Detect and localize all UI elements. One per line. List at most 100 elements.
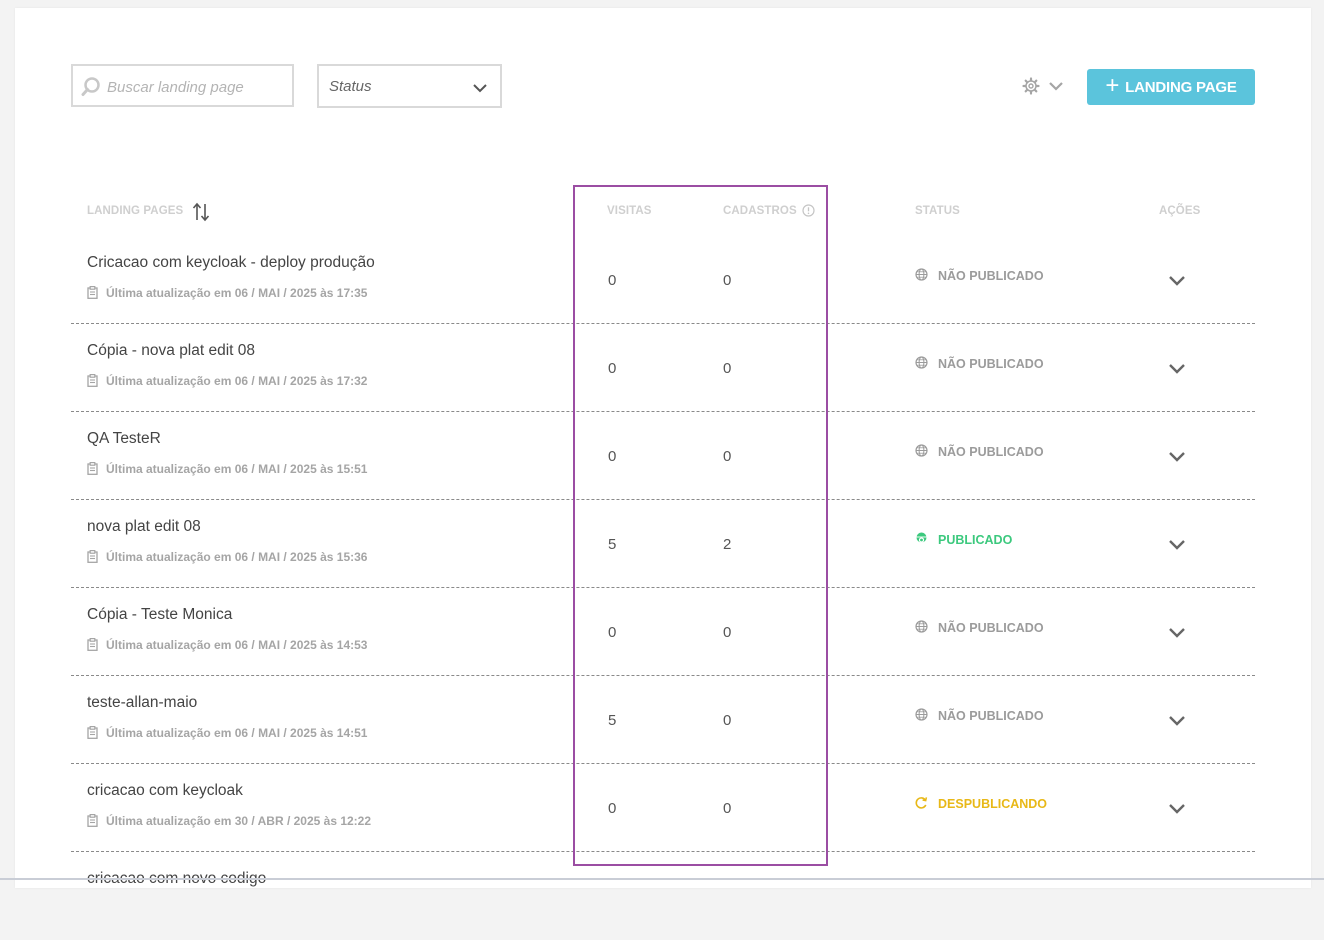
clipboard-icon — [87, 814, 98, 830]
new-landing-page-button[interactable]: + LANDING PAGE — [1087, 69, 1255, 105]
globe-icon — [915, 444, 928, 460]
table-row: Cricacao com keycloak - deploy produção … — [71, 236, 1255, 324]
status-filter-select[interactable]: Status — [317, 64, 502, 108]
registrations-count: 0 — [723, 624, 732, 641]
last-updated: Última atualização em 06 / MAI / 2025 às… — [87, 726, 367, 742]
settings-dropdown[interactable] — [1022, 77, 1064, 97]
status-badge: PUBLICADO — [915, 532, 1012, 548]
table-row: teste-allan-maio Última atualização em 0… — [71, 676, 1255, 764]
status-badge: NÃO PUBLICADO — [915, 356, 1044, 372]
landing-page-name[interactable]: nova plat edit 08 — [87, 518, 201, 536]
registrations-count: 0 — [723, 712, 732, 729]
status-badge: NÃO PUBLICADO — [915, 708, 1044, 724]
landing-page-name[interactable]: Cópia - nova plat edit 08 — [87, 342, 255, 360]
chevron-down-icon — [1168, 625, 1186, 642]
row-actions-toggle[interactable] — [1168, 273, 1186, 291]
status-badge: NÃO PUBLICADO — [915, 444, 1044, 460]
row-actions-toggle[interactable] — [1168, 449, 1186, 467]
clipboard-icon — [87, 374, 98, 390]
globe-icon — [915, 708, 928, 724]
status-badge: DESPUBLICANDO — [915, 796, 1047, 812]
chevron-down-icon — [472, 80, 488, 98]
last-updated: Última atualização em 06 / MAI / 2025 às… — [87, 286, 367, 302]
row-actions-toggle[interactable] — [1168, 625, 1186, 643]
search-input[interactable] — [105, 75, 289, 99]
clipboard-icon — [87, 550, 98, 566]
status-text: NÃO PUBLICADO — [938, 621, 1044, 635]
status-text: NÃO PUBLICADO — [938, 709, 1044, 723]
visits-count: 0 — [608, 624, 617, 641]
landing-page-name[interactable]: cricacao com keycloak — [87, 782, 243, 800]
globe-icon — [915, 620, 928, 636]
last-updated-text: Última atualização em 06 / MAI / 2025 às… — [106, 286, 368, 300]
globe-icon — [915, 268, 928, 284]
landing-page-name[interactable]: Cricacao com keycloak - deploy produção — [87, 254, 375, 272]
info-icon[interactable] — [802, 204, 815, 222]
last-updated-text: Última atualização em 06 / MAI / 2025 às… — [106, 550, 368, 564]
header-actions: AÇÕES — [1159, 205, 1201, 217]
globe-icon — [915, 356, 928, 372]
clipboard-icon — [87, 462, 98, 478]
table-row: Cópia - nova plat edit 08 Última atualiz… — [71, 324, 1255, 412]
last-updated: Última atualização em 06 / MAI / 2025 às… — [87, 462, 367, 478]
last-updated-text: Última atualização em 06 / MAI / 2025 às… — [106, 726, 368, 740]
landing-page-name[interactable]: teste-allan-maio — [87, 694, 197, 712]
visits-count: 0 — [608, 800, 617, 817]
sort-arrows-icon[interactable] — [192, 202, 210, 227]
search-box[interactable] — [71, 64, 294, 107]
refresh-icon — [915, 796, 928, 812]
visits-count: 5 — [608, 712, 617, 729]
last-updated-text: Última atualização em 06 / MAI / 2025 às… — [106, 462, 368, 476]
row-actions-toggle[interactable] — [1168, 801, 1186, 819]
header-landing-pages: LANDING PAGES — [87, 205, 184, 217]
chevron-down-icon — [1168, 801, 1186, 818]
table-row: QA TesteR Última atualização em 06 / MAI… — [71, 412, 1255, 500]
chevron-down-icon — [1168, 361, 1186, 378]
header-registrations: CADASTROS — [723, 205, 797, 217]
landing-page-name[interactable]: QA TesteR — [87, 430, 161, 448]
status-text: NÃO PUBLICADO — [938, 269, 1044, 283]
chevron-down-icon — [1048, 77, 1064, 94]
last-updated-text: Última atualização em 30 / ABR / 2025 às… — [106, 814, 372, 828]
registrations-count: 2 — [723, 536, 732, 553]
new-landing-page-label: LANDING PAGE — [1125, 78, 1237, 96]
status-text: NÃO PUBLICADO — [938, 445, 1044, 459]
chevron-down-icon — [1168, 273, 1186, 290]
table-row: cricacao com novo codigo — [71, 852, 1255, 940]
landing-page-name[interactable]: Cópia - Teste Monica — [87, 606, 232, 624]
visits-count: 5 — [608, 536, 617, 553]
chevron-down-icon — [1168, 713, 1186, 730]
status-badge: NÃO PUBLICADO — [915, 620, 1044, 636]
clipboard-icon — [87, 638, 98, 654]
plus-icon: + — [1105, 72, 1120, 99]
last-updated-text: Última atualização em 06 / MAI / 2025 às… — [106, 638, 368, 652]
registrations-count: 0 — [723, 448, 732, 465]
last-updated: Última atualização em 30 / ABR / 2025 às… — [87, 814, 371, 830]
clipboard-icon — [87, 726, 98, 742]
chevron-down-icon — [1168, 537, 1186, 554]
table-row: cricacao com keycloak Última atualização… — [71, 764, 1255, 852]
last-updated: Última atualização em 06 / MAI / 2025 às… — [87, 638, 367, 654]
chevron-down-icon — [1168, 449, 1186, 466]
header-status: STATUS — [915, 205, 960, 217]
status-text: DESPUBLICANDO — [938, 797, 1048, 811]
published-globe-icon — [915, 532, 928, 548]
table-row: nova plat edit 08 Última atualização em … — [71, 500, 1255, 588]
row-actions-toggle[interactable] — [1168, 361, 1186, 379]
registrations-count: 0 — [723, 272, 732, 289]
last-updated-text: Última atualização em 06 / MAI / 2025 às… — [106, 374, 368, 388]
registrations-count: 0 — [723, 360, 732, 377]
status-text: PUBLICADO — [938, 533, 1013, 547]
last-updated: Última atualização em 06 / MAI / 2025 às… — [87, 550, 367, 566]
status-text: NÃO PUBLICADO — [938, 357, 1044, 371]
row-actions-toggle[interactable] — [1168, 537, 1186, 555]
status-filter-label: Status — [329, 78, 372, 95]
registrations-count: 0 — [723, 800, 732, 817]
gear-icon — [1022, 77, 1044, 95]
status-badge: NÃO PUBLICADO — [915, 268, 1044, 284]
visits-count: 0 — [608, 448, 617, 465]
search-icon — [81, 77, 101, 102]
last-updated: Última atualização em 06 / MAI / 2025 às… — [87, 374, 367, 390]
table-row: Cópia - Teste Monica Última atualização … — [71, 588, 1255, 676]
row-actions-toggle[interactable] — [1168, 713, 1186, 731]
